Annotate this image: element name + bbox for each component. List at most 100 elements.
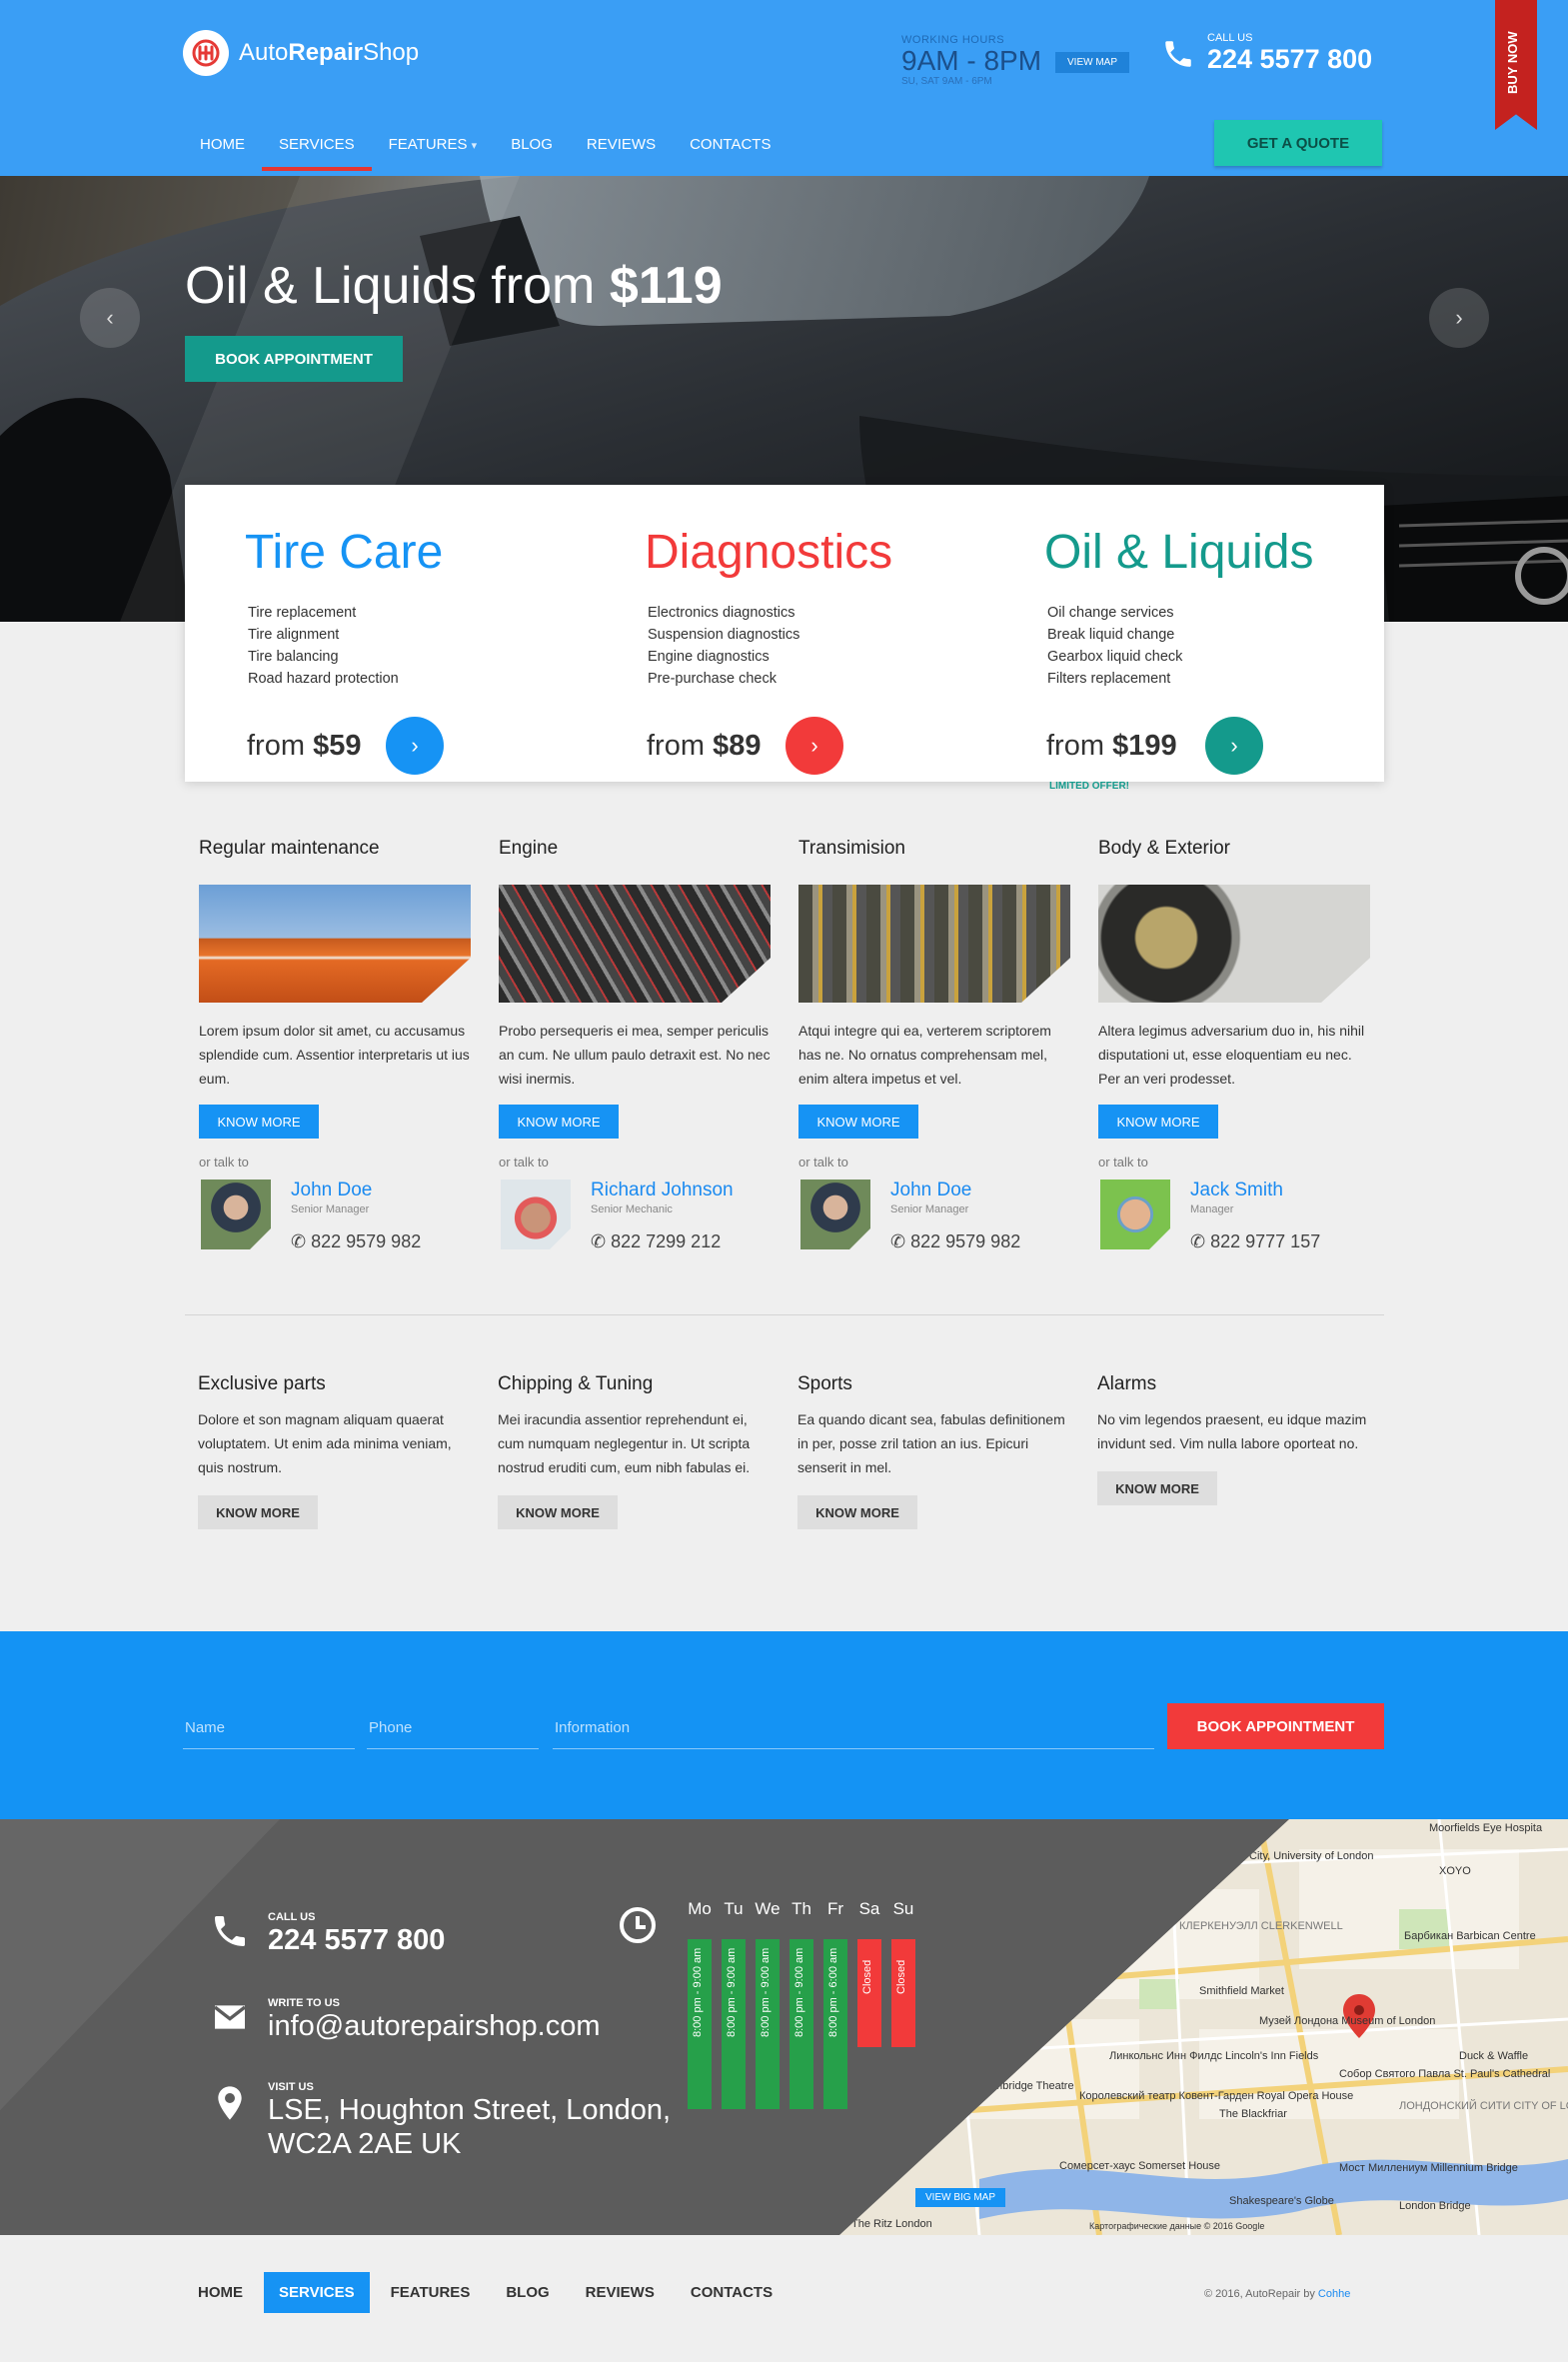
person-role: Senior Manager xyxy=(890,1203,969,1215)
footer-nav: HOME SERVICES FEATURES BLOG REVIEWS CONT… xyxy=(183,2272,787,2313)
nav-services[interactable]: SERVICES xyxy=(262,120,372,171)
feature-text: Atqui integre qui ea, verterem scriptore… xyxy=(798,1023,1051,1087)
footer-nav-home[interactable]: HOME xyxy=(183,2272,258,2313)
view-map-button[interactable]: VIEW MAP xyxy=(1055,52,1130,73)
know-more-button[interactable]: KNOW MORE xyxy=(1098,1105,1218,1139)
map-label: Музей Лондона Museum of London xyxy=(1259,2015,1435,2027)
phone-icon: ✆ xyxy=(1190,1231,1206,1251)
feature-exclusive-parts: Exclusive parts Dolore et son magnam ali… xyxy=(198,1373,470,1529)
map-label: Собор Святого Павла St. Paul's Cathedral xyxy=(1339,2068,1550,2080)
book-appointment-submit-button[interactable]: BOOK APPOINTMENT xyxy=(1167,1703,1384,1749)
get-quote-button[interactable]: GET A QUOTE xyxy=(1214,120,1382,166)
person-phone: ✆ 822 9777 157 xyxy=(1190,1231,1321,1251)
feature-body-exterior: Body & Exterior Altera legimus adversari… xyxy=(1098,838,1370,1251)
service-list: Tire replacement Tire alignment Tire bal… xyxy=(248,602,545,690)
map-label: The Blackfriar xyxy=(1219,2108,1287,2120)
footer-nav-blog[interactable]: BLOG xyxy=(491,2272,564,2313)
logo-text: AutoRepairShop xyxy=(239,39,420,66)
person-name[interactable]: Jack Smith xyxy=(1190,1180,1283,1201)
feature-text: Mei iracundia assentior reprehendunt ei,… xyxy=(498,1411,751,1475)
avatar xyxy=(201,1180,271,1249)
header-phone[interactable]: 224 5577 800 xyxy=(1207,44,1372,75)
day-friday: Fr 8:00 pm - 6:00 am xyxy=(823,1899,847,2109)
wheel-image xyxy=(1098,885,1370,1003)
feature-engine: Engine Probo persequeris ei mea, semper … xyxy=(499,838,771,1251)
know-more-button[interactable]: KNOW MORE xyxy=(1097,1471,1217,1505)
service-price: from $59 xyxy=(247,730,362,762)
footer-nav-features[interactable]: FEATURES xyxy=(376,2272,486,2313)
feature-title: Body & Exterior xyxy=(1098,838,1230,859)
know-more-button[interactable]: KNOW MORE xyxy=(199,1105,319,1139)
chevron-down-icon: ▾ xyxy=(471,140,478,152)
list-item: Tire alignment xyxy=(248,627,340,643)
information-field[interactable]: Information xyxy=(553,1711,1154,1749)
phone-icon: ✆ xyxy=(890,1231,906,1251)
feature-text: Dolore et son magnam aliquam quaerat vol… xyxy=(198,1411,452,1475)
footer-nav-services[interactable]: SERVICES xyxy=(264,2272,370,2313)
footer-nav-contacts[interactable]: CONTACTS xyxy=(676,2272,787,2313)
feature-text: Altera legimus adversarium duo in, his n… xyxy=(1098,1023,1365,1087)
avatar xyxy=(800,1180,870,1249)
phone-field[interactable]: Phone xyxy=(367,1711,539,1749)
transmission-image xyxy=(798,885,1070,1003)
footer-email-address[interactable]: info@autorepairshop.com xyxy=(268,2009,601,2043)
know-more-button[interactable]: KNOW MORE xyxy=(797,1495,917,1529)
feature-text: No vim legendos praesent, eu idque mazim… xyxy=(1097,1411,1367,1451)
know-more-button[interactable]: KNOW MORE xyxy=(798,1105,918,1139)
chevron-right-icon[interactable]: › xyxy=(1205,717,1263,775)
map-pin-icon xyxy=(218,2086,242,2120)
logo[interactable]: AutoRepairShop xyxy=(183,30,419,76)
name-field[interactable]: Name xyxy=(183,1711,355,1749)
service-title: Oil & Liquids xyxy=(1044,526,1314,579)
buy-now-ribbon[interactable]: BUY NOW xyxy=(1495,0,1537,130)
nav-reviews[interactable]: REVIEWS xyxy=(570,120,673,171)
nav-contacts[interactable]: CONTACTS xyxy=(673,120,787,171)
talk-label: or talk to xyxy=(199,1155,249,1170)
map-label: The Ritz London xyxy=(851,2218,932,2230)
slider-next-arrow-icon[interactable]: › xyxy=(1429,288,1489,348)
feature-text: Lorem ipsum dolor sit amet, cu accusamus… xyxy=(199,1023,470,1087)
chevron-right-icon[interactable]: › xyxy=(785,717,843,775)
chevron-right-icon[interactable]: › xyxy=(386,717,444,775)
service-title: Tire Care xyxy=(245,526,444,579)
service-price: from $199 xyxy=(1046,730,1177,762)
person-name[interactable]: Richard Johnson xyxy=(591,1180,734,1201)
service-price: from $89 xyxy=(647,730,762,762)
service-diagnostics: Diagnostics Electronics diagnostics Susp… xyxy=(645,525,944,775)
contact-person: Jack Smith Manager ✆ 822 9777 157 xyxy=(1098,1180,1370,1251)
working-hours-weekend: SU, SAT 9AM - 6PM xyxy=(901,76,992,87)
nav-features[interactable]: FEATURES ▾ xyxy=(372,120,495,171)
hero-book-appointment-button[interactable]: BOOK APPOINTMENT xyxy=(185,336,403,382)
footer-nav-reviews[interactable]: REVIEWS xyxy=(571,2272,670,2313)
person-name[interactable]: John Doe xyxy=(890,1180,971,1201)
contact-person: John Doe Senior Manager ✆ 822 9579 982 xyxy=(798,1180,1070,1251)
map-label: Shakespeare's Globe xyxy=(1229,2195,1334,2207)
copyright: © 2016, AutoRepair by Cohhe xyxy=(1204,2288,1351,2300)
know-more-button[interactable]: KNOW MORE xyxy=(499,1105,619,1139)
footer-address-line1: LSE, Houghton Street, London, xyxy=(268,2094,672,2126)
limited-offer-badge: LIMITED OFFER! xyxy=(1049,781,1129,792)
feature-text: Ea quando dicant sea, fabulas definition… xyxy=(797,1411,1065,1475)
slider-prev-arrow-icon[interactable]: ‹ xyxy=(80,288,140,348)
view-big-map-button[interactable]: VIEW BIG MAP xyxy=(915,2188,1006,2207)
footer-phone[interactable]: 224 5577 800 xyxy=(268,1923,445,1957)
feature-alarms: Alarms No vim legendos praesent, eu idqu… xyxy=(1097,1373,1369,1505)
main-nav: HOME SERVICES FEATURES ▾ BLOG REVIEWS CO… xyxy=(183,120,787,171)
day-wednesday: We 8:00 pm - 9:00 am xyxy=(755,1899,781,2109)
author-link[interactable]: Cohhe xyxy=(1318,2288,1350,2300)
person-phone: ✆ 822 7299 212 xyxy=(591,1231,722,1251)
list-item: Electronics diagnostics xyxy=(648,605,795,621)
person-role: Senior Mechanic xyxy=(591,1203,673,1215)
know-more-button[interactable]: KNOW MORE xyxy=(498,1495,618,1529)
hours-value: 8:00 pm - 9:00 am xyxy=(692,1947,704,2037)
nav-blog[interactable]: BLOG xyxy=(494,120,570,171)
call-us-label: CALL US xyxy=(1207,32,1253,44)
hero-title: Oil & Liquids from $119 xyxy=(185,257,723,315)
nav-home[interactable]: HOME xyxy=(183,120,262,171)
person-role: Senior Manager xyxy=(291,1203,370,1215)
know-more-button[interactable]: KNOW MORE xyxy=(198,1495,318,1529)
write-to-us-label: WRITE TO US xyxy=(268,1997,340,2009)
list-item: Oil change services xyxy=(1047,605,1174,621)
service-tire-care: Tire Care Tire replacement Tire alignmen… xyxy=(245,525,545,775)
person-name[interactable]: John Doe xyxy=(291,1180,372,1201)
